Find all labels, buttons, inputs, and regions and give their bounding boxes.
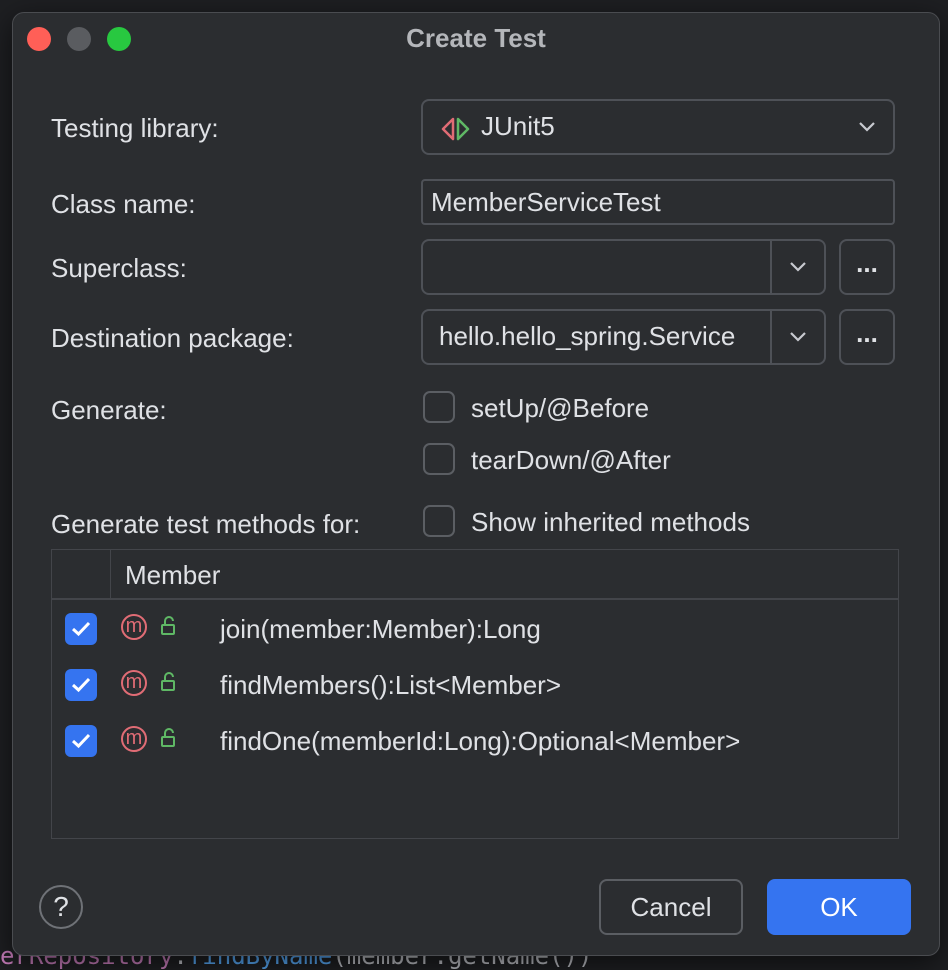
table-row[interactable]: m findOne(memberId:Long):Optional<Member…	[52, 714, 898, 770]
unlocked-icon	[160, 616, 180, 641]
superclass-browse-button[interactable]: ...	[839, 239, 895, 295]
row-checkbox[interactable]	[65, 613, 97, 645]
method-icon: m	[121, 670, 147, 696]
testing-library-select[interactable]: JUnit5	[421, 99, 895, 155]
class-name-label: Class name:	[51, 189, 196, 219]
column-divider	[110, 550, 111, 598]
superclass-label: Superclass:	[51, 253, 187, 283]
row-checkbox[interactable]	[65, 669, 97, 701]
method-signature: findOne(memberId:Long):Optional<Member>	[220, 726, 741, 756]
class-name-value: MemberServiceTest	[431, 187, 661, 217]
generate-label: Generate:	[51, 395, 167, 425]
junit-icon	[441, 117, 471, 146]
destination-package-label: Destination package:	[51, 323, 294, 353]
help-button[interactable]: ?	[39, 885, 83, 929]
method-icon: m	[121, 614, 147, 640]
chevron-down-icon	[841, 101, 893, 153]
testing-library-value: JUnit5	[481, 111, 555, 141]
chevron-down-icon[interactable]	[772, 241, 824, 293]
member-methods-table: Member m join(member:Member):Long m find…	[51, 549, 899, 839]
create-test-dialog: Create Test Testing library: JUnit5 Clas…	[12, 12, 940, 956]
teardown-checkbox-label: tearDown/@After	[471, 445, 671, 475]
destination-package-combo[interactable]: hello.hello_spring.Service	[421, 309, 826, 365]
cancel-button[interactable]: Cancel	[599, 879, 743, 935]
check-icon	[71, 621, 91, 637]
setup-checkbox-label: setUp/@Before	[471, 393, 650, 423]
check-icon	[71, 733, 91, 749]
table-header: Member	[52, 550, 898, 600]
table-row[interactable]: m findMembers():List<Member>	[52, 658, 898, 714]
method-signature: findMembers():List<Member>	[220, 670, 561, 700]
destination-package-value: hello.hello_spring.Service	[439, 321, 736, 351]
table-row[interactable]: m join(member:Member):Long	[52, 602, 898, 658]
superclass-combo[interactable]	[421, 239, 826, 295]
show-inherited-label: Show inherited methods	[471, 507, 750, 537]
check-icon	[71, 677, 91, 693]
dialog-title: Create Test	[406, 23, 546, 53]
class-name-input[interactable]: MemberServiceTest	[421, 179, 895, 225]
testing-library-label: Testing library:	[51, 113, 219, 143]
ok-button[interactable]: OK	[767, 879, 911, 935]
destination-package-browse-button[interactable]: ...	[839, 309, 895, 365]
method-signature: join(member:Member):Long	[220, 614, 541, 644]
setup-checkbox[interactable]	[423, 391, 455, 423]
row-checkbox[interactable]	[65, 725, 97, 757]
method-icon: m	[121, 726, 147, 752]
show-inherited-checkbox[interactable]	[423, 505, 455, 537]
unlocked-icon	[160, 728, 180, 753]
teardown-checkbox[interactable]	[423, 443, 455, 475]
member-column-header[interactable]: Member	[125, 560, 220, 591]
methods-for-label: Generate test methods for:	[51, 509, 361, 539]
chevron-down-icon[interactable]	[772, 311, 824, 363]
unlocked-icon	[160, 672, 180, 697]
